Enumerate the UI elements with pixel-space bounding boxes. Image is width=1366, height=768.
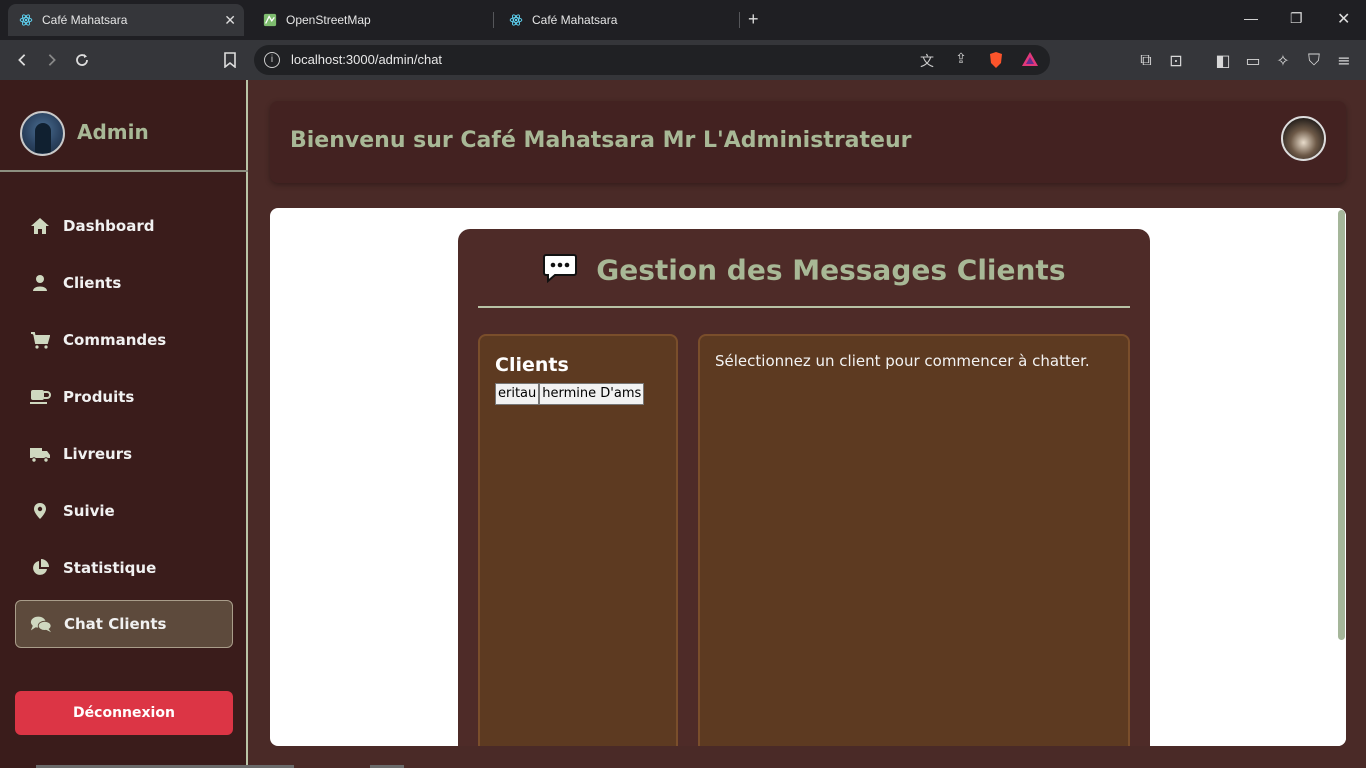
sidebar-title: Admin [77, 120, 149, 144]
bookmark-icon[interactable] [220, 50, 240, 70]
sidebar: Admin Dashboard Clients Commandes Produi… [0, 80, 248, 768]
sidebar-item-label: Statistique [63, 559, 157, 577]
chat-bubbles-icon [30, 613, 52, 635]
admin-avatar [20, 111, 65, 156]
brave-shields-icon[interactable] [987, 51, 1005, 69]
vpn-shield-icon[interactable]: ⛉ [1304, 50, 1324, 70]
translate-icon[interactable]: 文 [918, 51, 936, 70]
sidebar-item-commandes[interactable]: Commandes [15, 316, 233, 364]
leo-ai-icon[interactable]: ✧ [1273, 50, 1293, 70]
message-icon [542, 253, 577, 290]
screenshot-icon[interactable]: ⊡ [1166, 50, 1186, 70]
sidebar-item-label: Commandes [63, 331, 167, 349]
page-header: Bienvenu sur Café Mahatsara Mr L'Adminis… [270, 101, 1346, 183]
sidebar-item-label: Chat Clients [64, 615, 167, 633]
share-icon[interactable]: ⇪ [952, 51, 970, 69]
tab-title: OpenStreetMap [286, 13, 371, 27]
panel-title: Gestion des Messages Clients [596, 253, 1066, 287]
react-icon [18, 12, 34, 28]
address-bar[interactable]: i localhost:3000/admin/chat 文 ⇪ [254, 45, 1050, 75]
page-title: Bienvenu sur Café Mahatsara Mr L'Adminis… [290, 128, 912, 153]
reload-icon[interactable] [72, 50, 92, 70]
site-info-icon[interactable]: i [264, 52, 280, 68]
user-icon [29, 272, 51, 294]
react-icon [508, 12, 524, 28]
browser-tab-2[interactable]: OpenStreetMap [252, 4, 488, 36]
tab-separator [493, 12, 494, 28]
sidebar-item-clients[interactable]: Clients [15, 259, 233, 307]
tab-title: Café Mahatsara [532, 13, 618, 27]
tab-separator [739, 12, 740, 28]
browser-tab-3[interactable]: Café Mahatsara [498, 4, 734, 36]
main-content: Gestion des Messages Clients Clients eri… [270, 208, 1346, 746]
cart-icon [29, 329, 51, 351]
sidebar-item-label: Clients [63, 274, 122, 292]
sidebar-item-label: Livreurs [63, 445, 133, 463]
browser-tab-1[interactable]: Café Mahatsara ✕ [8, 4, 244, 36]
close-window-icon[interactable]: ✕ [1337, 9, 1350, 29]
map-icon [262, 12, 278, 28]
browser-tab-bar: Café Mahatsara ✕ OpenStreetMap Café Maha… [0, 0, 1366, 40]
mug-icon [29, 386, 51, 408]
chat-panel: Gestion des Messages Clients Clients eri… [458, 229, 1150, 746]
sidebar-item-label: Dashboard [63, 217, 155, 235]
location-pin-icon [29, 500, 51, 522]
new-tab-icon[interactable]: + [748, 9, 759, 30]
back-icon[interactable] [12, 50, 32, 70]
chat-placeholder-text: Sélectionnez un client pour commencer à … [715, 352, 1090, 370]
clients-list: eritau hermine D'ams [495, 383, 645, 405]
sidebar-header: Admin [0, 80, 248, 172]
sidebar-item-dashboard[interactable]: Dashboard [15, 202, 233, 250]
chat-window: Sélectionnez un client pour commencer à … [698, 334, 1130, 746]
scrollbar-track[interactable] [1336, 208, 1346, 746]
home-icon [29, 215, 51, 237]
sidebar-item-suivie[interactable]: Suivie [15, 487, 233, 535]
logout-button[interactable]: Déconnexion [15, 691, 233, 735]
menu-icon[interactable]: ≡ [1334, 50, 1354, 70]
sidebar-item-produits[interactable]: Produits [15, 373, 233, 421]
tab-title: Café Mahatsara [42, 13, 128, 27]
url-text[interactable]: localhost:3000/admin/chat [291, 52, 442, 67]
extensions-icon[interactable]: ⧉ [1136, 50, 1156, 70]
brave-rewards-icon[interactable] [1021, 51, 1039, 69]
client-button[interactable]: hermine D'ams [539, 383, 645, 405]
sidebar-toggle-icon[interactable]: ◧ [1213, 50, 1233, 70]
clients-heading: Clients [495, 354, 569, 376]
sidebar-item-chat-clients[interactable]: Chat Clients [15, 600, 233, 648]
minimize-icon[interactable]: — [1244, 10, 1258, 26]
clients-list-panel: Clients eritau hermine D'ams [478, 334, 678, 746]
divider [478, 306, 1130, 308]
header-avatar[interactable] [1281, 116, 1326, 161]
close-tab-icon[interactable]: ✕ [224, 12, 236, 29]
sidebar-item-statistique[interactable]: Statistique [15, 544, 233, 592]
sidebar-item-label: Produits [63, 388, 135, 406]
sidebar-item-livreurs[interactable]: Livreurs [15, 430, 233, 478]
panel-title-row: Gestion des Messages Clients [458, 253, 1150, 290]
client-button[interactable]: eritau [495, 383, 540, 405]
truck-icon [29, 443, 51, 465]
scrollbar-thumb[interactable] [1338, 210, 1345, 640]
pie-chart-icon [29, 557, 51, 579]
forward-icon[interactable] [42, 50, 62, 70]
restore-icon[interactable]: ❐ [1290, 10, 1303, 27]
wallet-icon[interactable]: ▭ [1243, 50, 1263, 70]
sidebar-item-label: Suivie [63, 502, 115, 520]
